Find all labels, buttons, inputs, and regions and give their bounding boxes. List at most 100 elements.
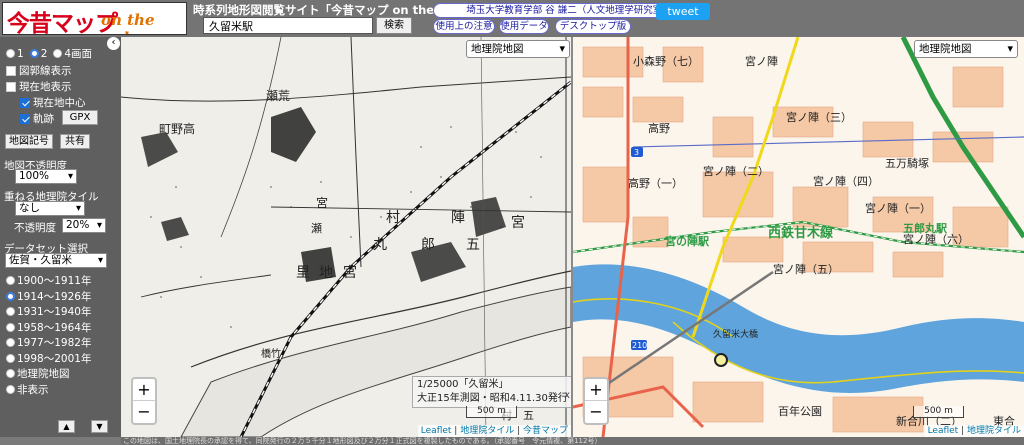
left-layer-select[interactable]: 地理院地図 bbox=[466, 40, 570, 58]
old-map-label-chi: 地 bbox=[319, 265, 333, 281]
label-miyanojin: 宮ノ陣 bbox=[745, 54, 778, 68]
period-label: 1958〜1964年 bbox=[17, 321, 92, 334]
label-miyanojin-station: 宮の陣駅 bbox=[665, 234, 709, 248]
show-grid-option[interactable]: 図郭線表示 bbox=[6, 63, 72, 78]
overlay-opacity-label: 不透明度 bbox=[14, 222, 56, 234]
track-checkbox[interactable] bbox=[20, 113, 30, 124]
period-radio[interactable] bbox=[6, 369, 15, 378]
period-option[interactable]: 1977〜1982年 bbox=[6, 335, 91, 350]
old-map-label-miya-2: 宮 bbox=[511, 215, 525, 231]
period-label: 非表示 bbox=[17, 383, 49, 396]
left-layer-value: 地理院地図 bbox=[471, 43, 524, 55]
popup-close-button[interactable]: x bbox=[564, 389, 570, 403]
label-takano: 高野 bbox=[648, 121, 670, 135]
old-map-label-maru: 丸 bbox=[373, 237, 387, 253]
overlay-opacity-select[interactable]: 20% bbox=[62, 218, 106, 233]
copyright-notice: この地図は、国土地理院長の承認を得て、同院発行の２万５千分１地形図及び２万分１正… bbox=[121, 437, 1024, 445]
period-option[interactable]: 1931〜1940年 bbox=[6, 304, 91, 319]
opacity-select[interactable]: 100% bbox=[15, 169, 77, 184]
label-miyanojin-3: 宮ノ陣（三） bbox=[786, 110, 852, 124]
modern-map-pane[interactable]: 3 210 小森野（七） 宮ノ陣 高野 宮ノ陣（三） 五万騎塚 高野（一） 宮ノ… bbox=[573, 37, 1024, 437]
show-location-option[interactable]: 現在地表示 bbox=[6, 79, 72, 94]
show-location-checkbox[interactable] bbox=[6, 81, 16, 92]
current-center-checkbox[interactable] bbox=[20, 97, 30, 108]
period-radio[interactable] bbox=[6, 276, 15, 285]
track-option[interactable]: 軌跡 bbox=[20, 111, 54, 126]
gpx-button[interactable]: GPX bbox=[62, 110, 98, 125]
period-radio[interactable] bbox=[6, 291, 15, 301]
right-layer-select[interactable]: 地理院地図 bbox=[914, 40, 1018, 58]
radio-1-screen[interactable] bbox=[6, 49, 15, 58]
current-center-label: 現在地中心 bbox=[33, 97, 86, 109]
show-location-label: 現在地表示 bbox=[19, 81, 72, 93]
period-option[interactable]: 非表示 bbox=[6, 382, 49, 397]
label-miyanojin-5: 宮ノ陣（五） bbox=[773, 262, 839, 276]
usage-caution-link[interactable]: 使用上の注意 bbox=[433, 19, 495, 34]
current-center-option[interactable]: 現在地中心 bbox=[20, 95, 86, 110]
label-gomankizuka: 五万騎塚 bbox=[885, 157, 929, 170]
data-sources-link[interactable]: 使用データ bbox=[499, 19, 549, 34]
left-konjaku-link[interactable]: 今昔マップ bbox=[523, 426, 568, 436]
dataset-select[interactable]: 佐賀・久留米 bbox=[5, 253, 107, 268]
track-label: 軌跡 bbox=[33, 113, 54, 125]
overlay-tile-select[interactable]: なし bbox=[15, 201, 85, 216]
period-option[interactable]: 1958〜1964年 bbox=[6, 320, 91, 335]
search-button[interactable]: 検索 bbox=[376, 17, 412, 34]
modern-map-canvas: 3 210 小森野（七） 宮ノ陣 高野 宮ノ陣（三） 五万騎塚 高野（一） 宮ノ… bbox=[573, 37, 1024, 437]
radio-2-screen[interactable] bbox=[29, 49, 39, 58]
control-sidebar: 1 2 4画面 図郭線表示 現在地表示 現在地中心 軌跡 GPX 地図記号 共有… bbox=[0, 37, 121, 437]
period-radio[interactable] bbox=[6, 338, 15, 347]
left-zoom-in-button[interactable]: + bbox=[133, 379, 155, 401]
show-grid-checkbox[interactable] bbox=[6, 65, 16, 76]
opacity-select-value: 100% bbox=[19, 170, 50, 182]
desktop-version-link[interactable]: デスクトップ版 bbox=[555, 19, 631, 34]
overlay-tile-value: なし bbox=[19, 202, 40, 214]
right-zoom-in-button[interactable]: + bbox=[585, 379, 607, 401]
period-label: 1998〜2001年 bbox=[17, 352, 92, 365]
period-option[interactable]: 1914〜1926年 bbox=[6, 289, 91, 304]
sidebar-collapse-button[interactable]: ‹ bbox=[107, 37, 120, 50]
period-option[interactable]: 1900〜1911年 bbox=[6, 273, 91, 288]
place-search-input[interactable] bbox=[203, 17, 373, 34]
period-radio[interactable] bbox=[6, 322, 15, 332]
period-up-button[interactable]: ▲ bbox=[58, 420, 75, 433]
radio-4-screen[interactable] bbox=[53, 49, 63, 58]
logo-sub-text: on the web bbox=[101, 11, 155, 34]
map-symbols-button[interactable]: 地図記号 bbox=[5, 134, 53, 149]
map-sheet-popup: 1/25000「久留米」 大正15年測図・昭和4.11.30発行 x bbox=[412, 376, 571, 408]
right-leaflet-link[interactable]: Leaflet bbox=[928, 426, 959, 436]
period-label: 1900〜1911年 bbox=[17, 275, 92, 287]
old-map-label-jin: 陣 bbox=[451, 210, 465, 226]
old-map-pane[interactable]: 瀬荒 町野高 宮 村 陣 宮 丸 郎 五 宮 地 里 橋竹 村 五 瀬 地理院地… bbox=[121, 37, 571, 437]
share-button[interactable]: 共有 bbox=[60, 134, 90, 149]
label-takano-1: 高野（一） bbox=[628, 176, 683, 190]
old-map-label-miya-1: 宮 bbox=[316, 195, 328, 210]
period-label: 1931〜1940年 bbox=[17, 306, 92, 318]
right-gsi-tiles-link[interactable]: 地理院タイル bbox=[967, 426, 1021, 436]
old-map-label-hashitake: 橋竹 bbox=[261, 347, 281, 360]
tweet-button[interactable]: tweet bbox=[656, 3, 710, 20]
left-zoom-out-button[interactable]: − bbox=[133, 401, 155, 423]
label-miyanojin-2: 宮ノ陣（二） bbox=[703, 164, 769, 178]
app-logo[interactable]: 今昔マップ on the web bbox=[2, 2, 187, 35]
overlay-opacity-value: 20% bbox=[66, 219, 90, 231]
period-radio[interactable] bbox=[6, 384, 15, 394]
left-gsi-tiles-link[interactable]: 地理院タイル bbox=[460, 426, 514, 436]
old-map-label-miya-3: 宮 bbox=[343, 265, 357, 281]
period-radio[interactable] bbox=[6, 353, 15, 363]
period-option[interactable]: 地理院地図 bbox=[6, 366, 70, 381]
period-down-button[interactable]: ▼ bbox=[91, 420, 108, 433]
old-map-label-mura: 村 bbox=[386, 210, 400, 226]
screen-count-radios: 1 2 4画面 bbox=[6, 46, 92, 61]
radio-4-label: 4画面 bbox=[64, 48, 93, 60]
left-leaflet-link[interactable]: Leaflet bbox=[421, 426, 452, 436]
right-zoom-out-button[interactable]: − bbox=[585, 401, 607, 423]
left-attrib-sep-2: | bbox=[514, 426, 523, 436]
route-210-label: 210 bbox=[632, 341, 647, 350]
period-radio[interactable] bbox=[6, 307, 15, 316]
period-option[interactable]: 1998〜2001年 bbox=[6, 351, 91, 366]
current-position-marker bbox=[714, 353, 728, 367]
old-map-label-go: 五 bbox=[466, 237, 480, 253]
label-miyanojin-1: 宮ノ陣（一） bbox=[865, 201, 931, 215]
right-layer-value: 地理院地図 bbox=[919, 43, 972, 55]
